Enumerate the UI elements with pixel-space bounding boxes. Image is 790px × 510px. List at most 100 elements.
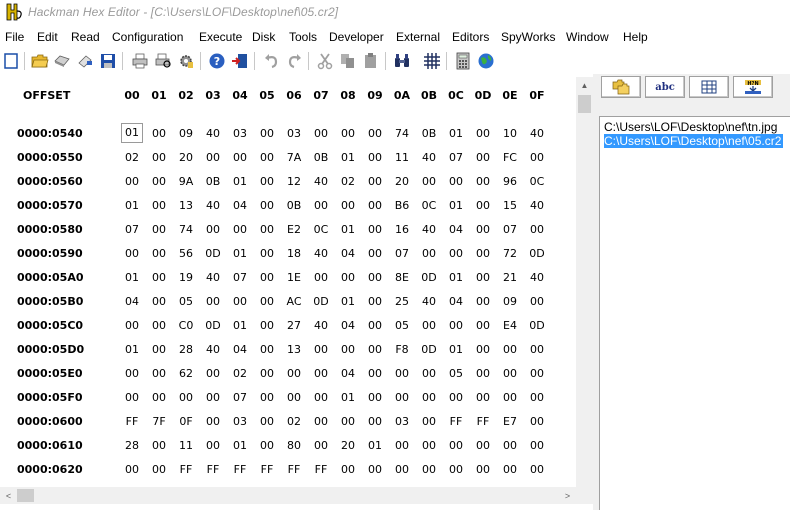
hex-byte[interactable]: 00 [445,439,467,452]
hex-byte[interactable]: 00 [148,271,170,284]
hex-byte[interactable]: 04 [337,367,359,380]
hex-byte[interactable]: 00 [148,463,170,476]
hex-byte[interactable]: 03 [283,127,305,140]
hex-byte[interactable]: 00 [526,223,548,236]
hex-byte[interactable]: 00 [472,391,494,404]
hex-byte[interactable]: 01 [364,439,386,452]
hex-byte[interactable]: 20 [391,175,413,188]
hex-byte[interactable]: 40 [526,271,548,284]
hex-byte[interactable]: 00 [418,247,440,260]
hex-byte[interactable]: 28 [175,343,197,356]
hex-byte[interactable]: 0C [418,199,440,212]
hex-byte[interactable]: 00 [148,199,170,212]
hex-byte[interactable]: 00 [526,367,548,380]
hex-byte[interactable]: 05 [175,295,197,308]
hex-byte[interactable]: 0D [418,271,440,284]
exit-icon[interactable] [230,51,250,71]
disk-icon[interactable] [52,51,72,71]
hex-byte[interactable]: 40 [202,199,224,212]
hex-byte[interactable]: 18 [283,247,305,260]
hex-byte[interactable]: 01 [229,175,251,188]
hex-byte[interactable]: 00 [148,319,170,332]
hex-byte[interactable]: FC [499,151,521,164]
hex-byte[interactable]: 01 [445,127,467,140]
hex-byte[interactable]: 07 [229,391,251,404]
hex-byte[interactable]: 07 [391,247,413,260]
hex-byte[interactable]: 0D [202,247,224,260]
horizontal-scrollbar[interactable]: < > [0,487,593,504]
menu-spyworks[interactable]: SpyWorks [501,30,555,44]
hex-byte[interactable]: 00 [472,463,494,476]
hex-byte[interactable]: 28 [121,439,143,452]
hex-byte[interactable]: 00 [526,151,548,164]
hex-byte[interactable]: 0D [526,247,548,260]
hex-byte[interactable]: 00 [148,223,170,236]
hex-byte[interactable]: 00 [418,367,440,380]
save-icon[interactable] [98,51,118,71]
hex-byte[interactable]: 25 [391,295,413,308]
menu-file[interactable]: File [5,30,24,44]
hex-byte[interactable]: 40 [202,271,224,284]
hex-byte[interactable]: 00 [148,439,170,452]
menu-tools[interactable]: Tools [289,30,317,44]
hex-byte[interactable]: 11 [391,151,413,164]
hex-byte[interactable]: 01 [337,391,359,404]
hex-byte[interactable]: 40 [202,127,224,140]
hex-byte[interactable]: 0B [310,151,332,164]
hex-byte[interactable]: 40 [310,319,332,332]
hex-byte[interactable]: 00 [256,367,278,380]
new-file-icon[interactable] [1,51,21,71]
hex-byte[interactable]: 02 [283,415,305,428]
hex-byte[interactable]: 00 [499,367,521,380]
hex-byte[interactable]: 01 [337,223,359,236]
hex-byte[interactable]: 10 [499,127,521,140]
find-icon[interactable] [392,51,412,71]
menu-external[interactable]: External [396,30,440,44]
hex-byte[interactable]: 00 [526,391,548,404]
hex-byte[interactable]: 00 [418,391,440,404]
hex-byte[interactable]: 00 [337,463,359,476]
hex-byte[interactable]: 02 [121,151,143,164]
hex-byte[interactable]: B6 [391,199,413,212]
hex-byte[interactable]: 01 [445,199,467,212]
hex-view[interactable]: OFFSET 00 01 02 03 04 05 06 07 08 09 0A 0B 0C 0D 0E 0F 0… [0,77,576,487]
hex-byte[interactable]: 00 [256,391,278,404]
hex-byte[interactable]: 09 [499,295,521,308]
hex-byte[interactable]: 0C [310,223,332,236]
hex-byte[interactable]: 00 [391,367,413,380]
hex-byte[interactable]: 01 [121,199,143,212]
hex-byte[interactable]: 00 [418,319,440,332]
hex-byte[interactable]: 00 [256,175,278,188]
file-list-item[interactable]: C:\Users\LOF\Desktop\nef\tn.jpg [604,120,779,134]
hex-byte[interactable]: 9A [175,175,197,188]
menu-window[interactable]: Window [566,30,609,44]
hex-byte[interactable]: 0B [202,175,224,188]
hex-byte[interactable]: 00 [445,175,467,188]
hex-byte[interactable]: 00 [148,391,170,404]
hex-byte[interactable]: 00 [499,391,521,404]
hex-byte[interactable]: FF [283,463,305,476]
menu-read[interactable]: Read [71,30,100,44]
hex-byte[interactable]: 00 [472,367,494,380]
hex-byte[interactable]: 00 [364,391,386,404]
hex-byte[interactable]: 04 [337,247,359,260]
hex-byte[interactable]: 11 [175,439,197,452]
hex-byte[interactable]: 00 [445,391,467,404]
hex-byte[interactable]: 00 [364,319,386,332]
open-folder-icon[interactable] [30,51,50,71]
hex-byte[interactable]: 00 [256,223,278,236]
hex-byte[interactable]: 00 [526,463,548,476]
hex-byte[interactable]: 01 [337,151,359,164]
hex-byte[interactable]: 00 [202,223,224,236]
hex-byte[interactable]: 00 [310,439,332,452]
hex-byte[interactable]: 0B [283,199,305,212]
hex-byte[interactable]: 09 [175,127,197,140]
hex-byte[interactable]: 00 [148,367,170,380]
hex-byte[interactable]: 01 [445,343,467,356]
menu-execute[interactable]: Execute [199,30,242,44]
hex-byte[interactable]: 00 [202,439,224,452]
hex-byte[interactable]: 00 [283,391,305,404]
hex-byte[interactable]: 00 [310,415,332,428]
scroll-thumb[interactable] [578,95,591,113]
hex-byte[interactable]: 03 [229,415,251,428]
